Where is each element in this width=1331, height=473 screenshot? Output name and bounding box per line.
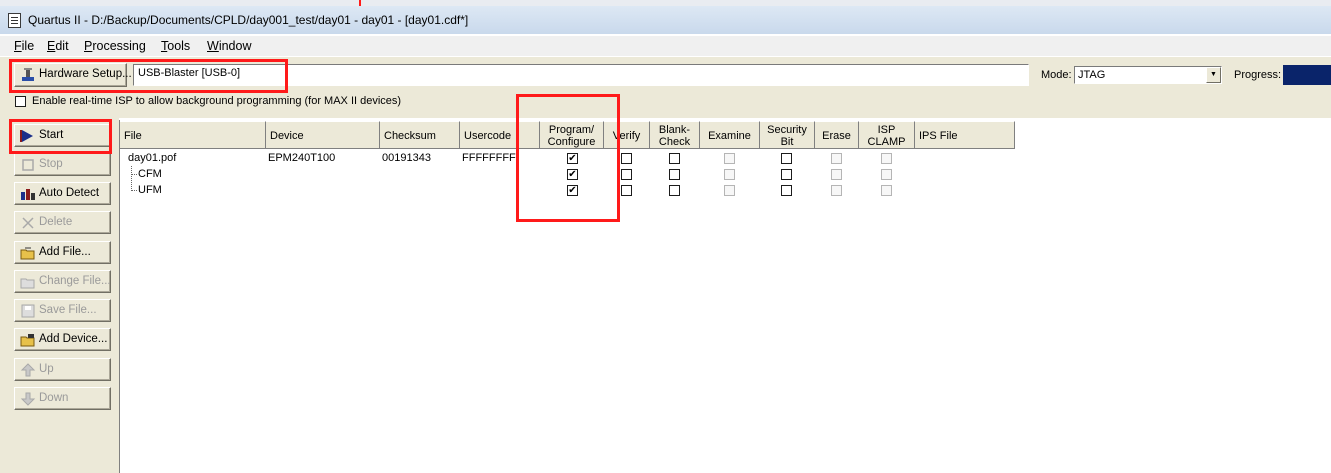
erase-checkbox <box>831 169 842 180</box>
button-label: Delete <box>39 216 73 228</box>
mode-select[interactable]: JTAG ▼ <box>1074 66 1222 84</box>
examine-checkbox <box>724 169 735 180</box>
col-isp-clamp[interactable]: ISP CLAMP <box>859 121 915 149</box>
tree-connector <box>131 174 137 175</box>
add-file-button[interactable]: Add File... <box>14 241 111 264</box>
isp-clamp-checkbox <box>881 185 892 196</box>
col-file[interactable]: File <box>120 121 266 149</box>
cell-file: day01.pof <box>128 152 177 164</box>
col-security-bit[interactable]: Security Bit <box>760 121 815 149</box>
cell-usercode: FFFFFFFF <box>462 152 516 164</box>
menu-file[interactable]: File <box>14 39 34 53</box>
examine-checkbox <box>724 153 735 164</box>
col-blank-check[interactable]: Blank- Check <box>650 121 700 149</box>
stop-button[interactable]: Stop <box>14 153 111 176</box>
change-file-icon <box>20 275 36 289</box>
isp-label: Enable real-time ISP to allow background… <box>32 95 402 107</box>
add-file-icon <box>20 246 36 260</box>
mode-value: JTAG <box>1078 69 1106 81</box>
window-title: Quartus II - D:/Backup/Documents/CPLD/da… <box>28 13 469 27</box>
button-label: Auto Detect <box>39 187 100 199</box>
quartus-app-icon <box>8 13 21 28</box>
down-button[interactable]: Down <box>14 387 111 410</box>
security-bit-checkbox[interactable] <box>781 169 792 180</box>
down-icon <box>20 392 36 406</box>
blank-check-checkbox[interactable] <box>669 185 680 196</box>
button-label: Add Device... <box>39 333 108 345</box>
button-label: Add File... <box>39 246 91 258</box>
verify-checkbox[interactable] <box>621 153 632 164</box>
button-label: Save File... <box>39 304 97 316</box>
save-file-icon <box>20 304 36 318</box>
menu-processing[interactable]: Processing <box>84 39 146 53</box>
mode-label: Mode: <box>1041 69 1072 81</box>
delete-button[interactable]: Delete <box>14 211 111 234</box>
col-ips-file[interactable]: IPS File <box>915 121 1015 149</box>
button-label: Up <box>39 363 54 375</box>
blank-check-checkbox[interactable] <box>669 153 680 164</box>
button-label: Change File... <box>39 275 111 287</box>
cell-device: EPM240T100 <box>268 152 336 164</box>
button-label: Down <box>39 392 69 404</box>
isp-checkbox[interactable] <box>15 96 26 107</box>
menu-bar: File Edit Processing Tools Window <box>0 36 1331 56</box>
col-erase[interactable]: Erase <box>815 121 859 149</box>
add-device-button[interactable]: Add Device... <box>14 328 111 351</box>
verify-checkbox[interactable] <box>621 169 632 180</box>
verify-checkbox[interactable] <box>621 185 632 196</box>
col-examine[interactable]: Examine <box>700 121 760 149</box>
blank-check-checkbox[interactable] <box>669 169 680 180</box>
col-checksum[interactable]: Checksum <box>380 121 460 149</box>
progress-label: Progress: <box>1234 69 1282 81</box>
chevron-down-icon[interactable]: ▼ <box>1206 67 1221 83</box>
cell-checksum: 00191343 <box>382 152 431 164</box>
add-device-icon <box>20 333 36 347</box>
highlight-edge-mark <box>359 0 361 6</box>
auto-detect-button[interactable]: Auto Detect <box>14 182 111 205</box>
highlight-start-button <box>9 119 112 154</box>
highlight-program-column <box>516 94 620 222</box>
tree-connector <box>131 166 132 191</box>
isp-clamp-checkbox <box>881 169 892 180</box>
button-label: Stop <box>39 158 63 170</box>
security-bit-checkbox[interactable] <box>781 153 792 164</box>
menu-edit[interactable]: Edit <box>47 39 69 53</box>
change-file-button[interactable]: Change File... <box>14 270 111 293</box>
cell-file: CFM <box>138 168 162 180</box>
highlight-hardware-setup <box>9 59 288 93</box>
auto-detect-icon <box>20 187 36 201</box>
menu-window[interactable]: Window <box>207 39 251 53</box>
cell-file: UFM <box>138 184 162 196</box>
progress-bar <box>1283 65 1331 85</box>
stop-icon <box>20 158 36 172</box>
menu-tools[interactable]: Tools <box>161 39 190 53</box>
isp-clamp-checkbox <box>881 153 892 164</box>
delete-icon <box>20 216 36 230</box>
save-file-button[interactable]: Save File... <box>14 299 111 322</box>
examine-checkbox <box>724 185 735 196</box>
erase-checkbox <box>831 153 842 164</box>
tree-connector <box>131 190 137 191</box>
up-icon <box>20 363 36 377</box>
up-button[interactable]: Up <box>14 358 111 381</box>
col-device[interactable]: Device <box>266 121 380 149</box>
security-bit-checkbox[interactable] <box>781 185 792 196</box>
erase-checkbox <box>831 185 842 196</box>
